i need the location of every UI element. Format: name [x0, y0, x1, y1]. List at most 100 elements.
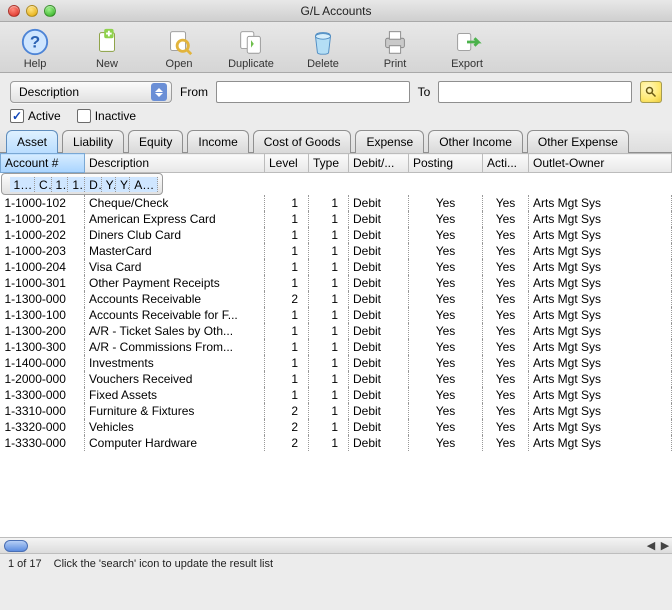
delete-button[interactable]: Delete — [298, 26, 348, 70]
table-row[interactable]: 1-1000-102Cheque/Check11DebitYesYesArts … — [1, 195, 672, 211]
open-icon — [163, 26, 195, 58]
tab-asset[interactable]: Asset — [6, 130, 58, 153]
tab-cost-of-goods[interactable]: Cost of Goods — [253, 130, 352, 153]
help-button[interactable]: ? Help — [10, 26, 60, 70]
table-row[interactable]: 1-3330-000Computer Hardware21DebitYesYes… — [1, 435, 672, 451]
cell-account: 1-1300-200 — [1, 323, 85, 339]
col-description[interactable]: Description — [85, 154, 265, 173]
cell-account: 1-1000-101 — [10, 177, 36, 192]
cell-type: 1 — [309, 243, 349, 259]
print-button[interactable]: Print — [370, 26, 420, 70]
checkbox-unchecked-icon — [77, 109, 91, 123]
tab-other-income[interactable]: Other Income — [428, 130, 523, 153]
search-button[interactable] — [640, 81, 662, 103]
to-input[interactable] — [438, 81, 632, 103]
col-outlet-owner[interactable]: Outlet-Owner — [529, 154, 672, 173]
cell-posting: Yes — [409, 307, 483, 323]
active-checkbox[interactable]: Active — [10, 109, 61, 123]
cell-outlet-owner: Arts Mgt Sys — [529, 291, 672, 307]
cell-outlet-owner: Arts Mgt Sys — [529, 435, 672, 451]
from-input[interactable] — [216, 81, 410, 103]
tab-income[interactable]: Income — [187, 130, 248, 153]
cell-type: 1 — [309, 339, 349, 355]
new-button[interactable]: New — [82, 26, 132, 70]
search-field-selector[interactable]: Description — [10, 81, 172, 103]
cell-active: Yes — [483, 307, 529, 323]
cell-debit-credit: Debit — [349, 275, 409, 291]
table-row[interactable]: 1-1300-100Accounts Receivable for F...11… — [1, 307, 672, 323]
cell-posting: Yes — [102, 177, 116, 192]
table-row[interactable]: 1-1000-101Cash11DebitYesYesArts Mgt Sys — [1, 173, 163, 195]
cell-posting: Yes — [409, 211, 483, 227]
table-row[interactable]: 1-1300-200A/R - Ticket Sales by Oth...11… — [1, 323, 672, 339]
cell-debit-credit: Debit — [349, 211, 409, 227]
cell-account: 1-1000-203 — [1, 243, 85, 259]
cell-description: A/R - Ticket Sales by Oth... — [85, 323, 265, 339]
col-posting[interactable]: Posting — [409, 154, 483, 173]
new-icon — [91, 26, 123, 58]
table-row[interactable]: 1-1300-000Accounts Receivable21DebitYesY… — [1, 291, 672, 307]
table-row[interactable]: 1-3310-000Furniture & Fixtures21DebitYes… — [1, 403, 672, 419]
cell-type: 1 — [309, 387, 349, 403]
cell-active: Yes — [483, 419, 529, 435]
new-label: New — [96, 58, 118, 70]
table-row[interactable]: 1-3300-000Fixed Assets11DebitYesYesArts … — [1, 387, 672, 403]
zoom-window-button[interactable] — [44, 5, 56, 17]
minimize-window-button[interactable] — [26, 5, 38, 17]
cell-description: Cash — [35, 177, 52, 192]
cell-type: 1 — [309, 211, 349, 227]
cell-outlet-owner: Arts Mgt Sys — [529, 355, 672, 371]
tab-equity[interactable]: Equity — [128, 130, 183, 153]
cell-debit-credit: Debit — [349, 195, 409, 211]
cell-level: 1 — [265, 339, 309, 355]
col-debit-credit[interactable]: Debit/... — [349, 154, 409, 173]
cell-posting: Yes — [409, 435, 483, 451]
cell-level: 1 — [265, 275, 309, 291]
scroll-right-button[interactable]: ▶ — [658, 539, 672, 553]
close-window-button[interactable] — [8, 5, 20, 17]
tab-expense[interactable]: Expense — [355, 130, 424, 153]
table-row[interactable]: 1-1400-000Investments11DebitYesYesArts M… — [1, 355, 672, 371]
table-row[interactable]: 1-1000-202Diners Club Card11DebitYesYesA… — [1, 227, 672, 243]
cell-active: Yes — [483, 339, 529, 355]
col-level[interactable]: Level — [265, 154, 309, 173]
scrollbar-thumb[interactable] — [4, 540, 28, 552]
table-row[interactable]: 1-1300-300A/R - Commissions From...11Deb… — [1, 339, 672, 355]
inactive-checkbox[interactable]: Inactive — [77, 109, 136, 123]
col-active[interactable]: Acti... — [483, 154, 529, 173]
cell-level: 2 — [265, 419, 309, 435]
cell-active: Yes — [483, 323, 529, 339]
table-row[interactable]: 1-3320-000Vehicles21DebitYesYesArts Mgt … — [1, 419, 672, 435]
table-row[interactable]: 1-1000-204Visa Card11DebitYesYesArts Mgt… — [1, 259, 672, 275]
cell-debit-credit: Debit — [349, 435, 409, 451]
print-label: Print — [384, 58, 407, 70]
cell-description: Diners Club Card — [85, 227, 265, 243]
cell-active: Yes — [483, 259, 529, 275]
col-type[interactable]: Type — [309, 154, 349, 173]
cell-description: Visa Card — [85, 259, 265, 275]
horizontal-scrollbar[interactable]: ◀ ▶ — [0, 537, 672, 553]
tab-liability[interactable]: Liability — [62, 130, 124, 153]
scroll-left-button[interactable]: ◀ — [644, 539, 658, 553]
table-row[interactable]: 1-2000-000Vouchers Received11DebitYesYes… — [1, 371, 672, 387]
cell-level: 1 — [265, 243, 309, 259]
table-row[interactable]: 1-1000-203MasterCard11DebitYesYesArts Mg… — [1, 243, 672, 259]
cell-level: 1 — [265, 259, 309, 275]
cell-posting: Yes — [409, 355, 483, 371]
cell-type: 1 — [309, 323, 349, 339]
cell-outlet-owner: Arts Mgt Sys — [130, 177, 157, 192]
export-label: Export — [451, 58, 483, 70]
table-row[interactable]: 1-1000-301Other Payment Receipts11DebitY… — [1, 275, 672, 291]
cell-type: 1 — [309, 259, 349, 275]
cell-account: 1-1300-300 — [1, 339, 85, 355]
cell-account: 1-3300-000 — [1, 387, 85, 403]
table-row[interactable]: 1-1000-201American Express Card11DebitYe… — [1, 211, 672, 227]
tab-other-expense[interactable]: Other Expense — [527, 130, 629, 153]
export-button[interactable]: Export — [442, 26, 492, 70]
duplicate-button[interactable]: Duplicate — [226, 26, 276, 70]
cell-description: MasterCard — [85, 243, 265, 259]
cell-outlet-owner: Arts Mgt Sys — [529, 259, 672, 275]
col-account[interactable]: Account # — [1, 154, 85, 173]
cell-outlet-owner: Arts Mgt Sys — [529, 195, 672, 211]
open-button[interactable]: Open — [154, 26, 204, 70]
